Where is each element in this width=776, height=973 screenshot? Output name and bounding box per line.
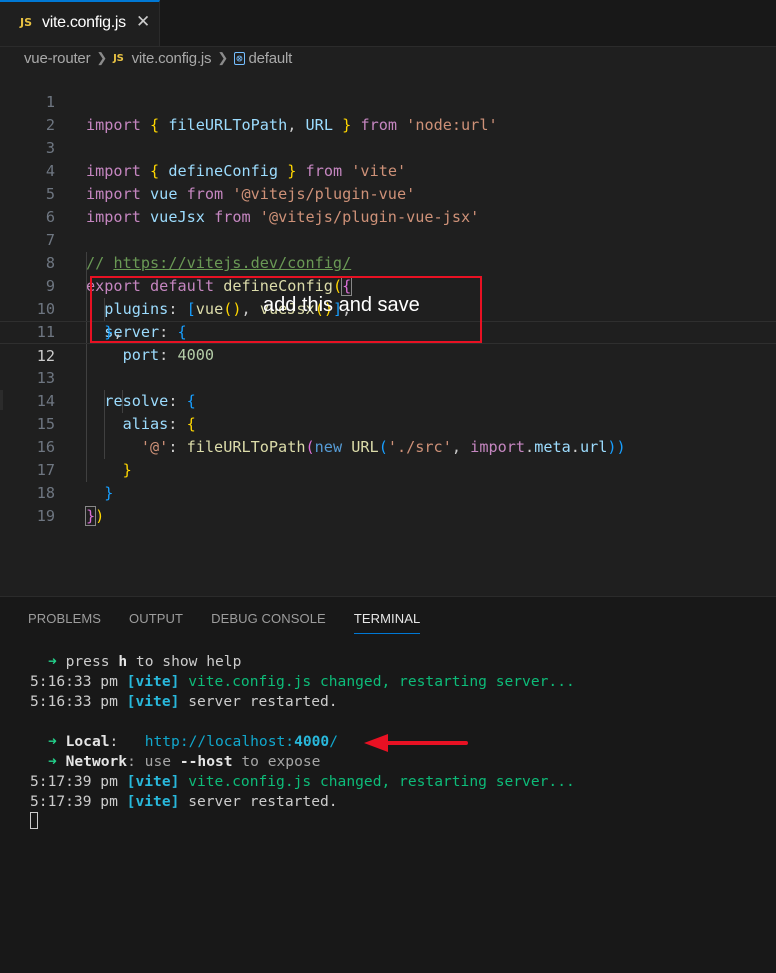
code-line[interactable]: 5 import vueJsx from '@vitejs/plugin-vue… [0, 160, 776, 226]
code-line[interactable]: 7 // https://vitejs.dev/config/ [0, 206, 776, 272]
close-icon[interactable]: ✕ [136, 12, 150, 32]
breadcrumb-file[interactable]: vite.config.js [132, 50, 212, 67]
line-number: 19 [36, 507, 55, 525]
code-line[interactable]: 1 import { fileURLToPath, URL } from 'no… [0, 68, 776, 134]
terminal-line: ➜ press h to show help [48, 653, 242, 670]
code-line[interactable]: 19 [0, 482, 776, 525]
javascript-file-icon: JS [20, 16, 33, 29]
editor-tab-bar: JS vite.config.js ✕ [0, 0, 776, 47]
code-line[interactable]: 3 import { defineConfig } from 'vite' [0, 114, 776, 180]
breadcrumb: vue-router ❯ JS vite.config.js ❯ ⊗ defau… [24, 49, 292, 67]
terminal-line: 5:16:33 pm [vite] vite.config.js changed… [30, 673, 575, 690]
arrow-right-icon: ➜ [48, 653, 57, 670]
code-line[interactable]: 6 [0, 183, 776, 226]
code-line[interactable]: 14 alias: { [0, 367, 776, 433]
code-line[interactable]: 13 resolve: { [0, 344, 776, 410]
javascript-file-icon: JS [113, 52, 124, 64]
code-line[interactable]: 9 plugins: [vue(), vueJsx()], [0, 252, 776, 318]
code-line[interactable]: 18 }) [0, 459, 776, 526]
terminal-line: ➜ Local: http://localhost:4000/ [48, 733, 339, 750]
arrow-right-icon: ➜ [48, 753, 57, 770]
tab-terminal[interactable]: TERMINAL [353, 611, 421, 634]
code-line[interactable]: 16 } [0, 413, 776, 479]
scrollbar-marker [0, 390, 3, 410]
code-line[interactable]: 15 '@': fileURLToPath(new URL('./src', i… [0, 390, 776, 456]
terminal-line: 5:17:39 pm [vite] vite.config.js changed… [30, 773, 575, 790]
tab-output[interactable]: OUTPUT [129, 611, 183, 633]
tab-filename: vite.config.js [42, 14, 126, 31]
tab-debug-console[interactable]: DEBUG CONSOLE [211, 611, 326, 633]
breadcrumb-symbol[interactable]: default [249, 50, 293, 67]
terminal-cursor [30, 812, 38, 829]
local-url-link[interactable]: http://localhost:4000/ [145, 733, 338, 750]
tab-vite-config[interactable]: JS vite.config.js ✕ [0, 0, 160, 46]
chevron-right-icon: ❯ [96, 50, 108, 65]
annotation-arrow-icon [364, 734, 468, 752]
panel-tabs: PROBLEMS OUTPUT DEBUG CONSOLE TERMINAL [28, 611, 448, 634]
annotation-text: add this and save [263, 294, 420, 316]
code-line[interactable]: 2 [0, 91, 776, 134]
terminal-line: 5:17:39 pm [vite] server restarted. [30, 793, 338, 810]
terminal-line: 5:16:33 pm [vite] server restarted. [30, 693, 338, 710]
chevron-right-icon: ❯ [217, 50, 229, 65]
code-line[interactable]: 8 export default defineConfig({ [0, 229, 776, 296]
tab-problems[interactable]: PROBLEMS [28, 611, 101, 633]
terminal-line: ➜ Network: use --host to expose [48, 753, 321, 770]
code-line[interactable]: 17 } [0, 436, 776, 502]
arrow-right-icon: ➜ [48, 733, 57, 750]
code-line[interactable]: 4 import vue from '@vitejs/plugin-vue' [0, 137, 776, 203]
symbol-variable-icon: ⊗ [234, 51, 245, 65]
breadcrumb-folder[interactable]: vue-router [24, 50, 91, 67]
